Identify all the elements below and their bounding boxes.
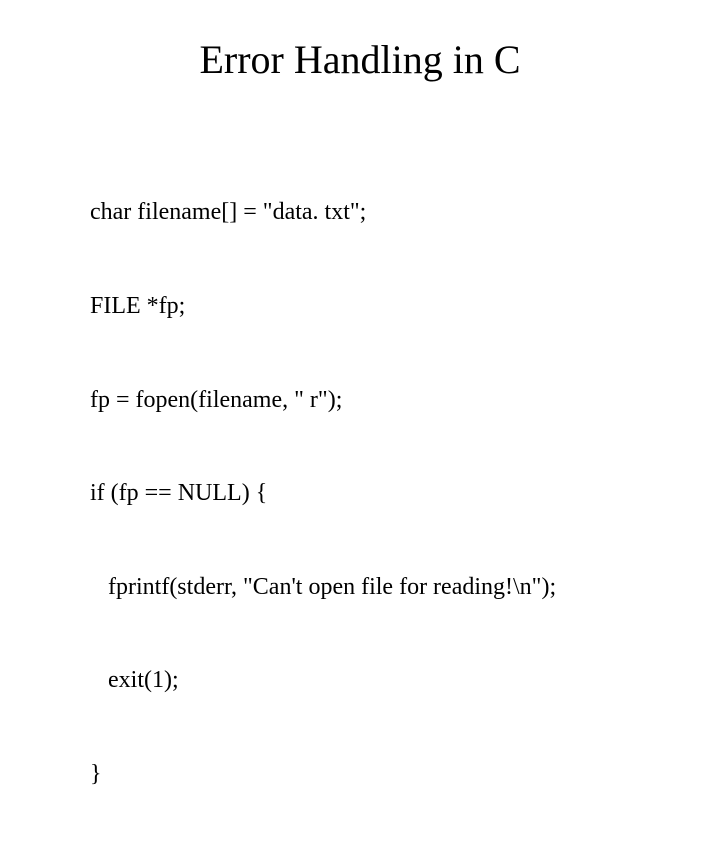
- slide-title: Error Handling in C: [0, 36, 720, 83]
- code-line: exit(1);: [90, 665, 556, 696]
- code-line: if (fp == NULL) {: [90, 478, 556, 509]
- code-line: fp = fopen(filename, " r");: [90, 385, 556, 416]
- code-line: }: [90, 759, 556, 790]
- code-line: fprintf(stderr, "Can't open file for rea…: [90, 572, 556, 603]
- code-line: char filename[] = "data. txt";: [90, 197, 556, 228]
- code-block: char filename[] = "data. txt"; FILE *fp;…: [90, 135, 556, 852]
- slide: Error Handling in C char filename[] = "d…: [0, 0, 720, 540]
- code-line: FILE *fp;: [90, 291, 556, 322]
